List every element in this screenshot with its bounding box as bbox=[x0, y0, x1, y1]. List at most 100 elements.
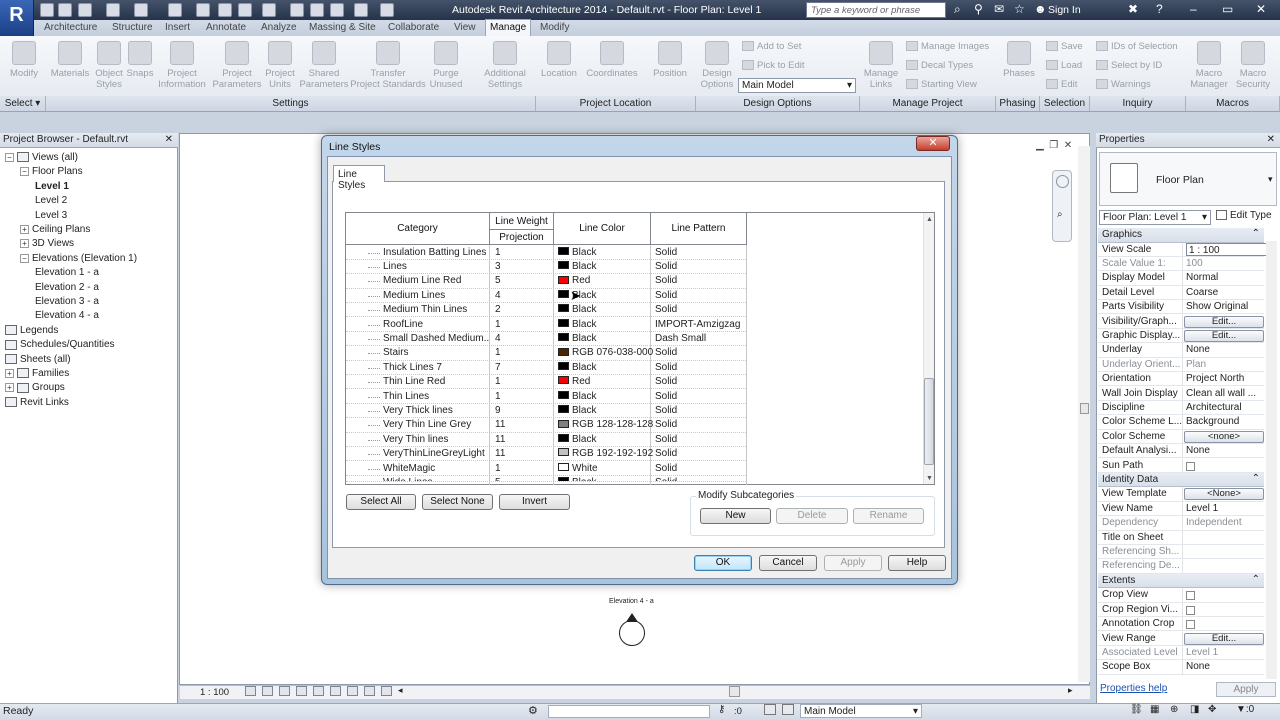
view-scale-readout[interactable]: 1 : 100 bbox=[200, 687, 229, 698]
browser-item-revit-links[interactable]: Revit Links bbox=[5, 396, 69, 410]
ids-of-selection-button[interactable]: IDs of Selection bbox=[1096, 41, 1178, 52]
property-edit-button[interactable]: <None> bbox=[1184, 488, 1264, 501]
snaps-button[interactable]: Snaps bbox=[124, 38, 156, 94]
expand-icon[interactable]: + bbox=[20, 239, 29, 249]
help-icon[interactable]: ? bbox=[1156, 2, 1163, 16]
edit-type-button[interactable]: Edit Type bbox=[1216, 210, 1272, 221]
cell-line-weight[interactable]: 1 bbox=[495, 375, 501, 388]
cell-line-pattern[interactable]: Solid bbox=[655, 274, 746, 287]
scroll-right-icon[interactable]: ▸ bbox=[1068, 685, 1073, 696]
cell-category[interactable]: WhiteMagic bbox=[383, 462, 489, 475]
cell-category[interactable]: Thin Line Red bbox=[383, 375, 489, 388]
coordinates-button[interactable]: Coordinates bbox=[584, 38, 640, 94]
cell-line-pattern[interactable]: Solid bbox=[655, 303, 746, 316]
cell-line-pattern[interactable]: Solid bbox=[655, 462, 746, 475]
cell-line-weight[interactable]: 1 bbox=[495, 318, 501, 331]
property-edit-button[interactable]: Edit... bbox=[1184, 329, 1264, 342]
redo-icon[interactable] bbox=[134, 3, 148, 17]
cell-category[interactable]: RoofLine bbox=[383, 318, 489, 331]
select-pinned-icon[interactable]: ⊕ bbox=[1170, 704, 1178, 715]
select-panel-label[interactable]: Select ▾ bbox=[0, 96, 46, 111]
section-graphics[interactable]: Graphics ⌃ bbox=[1098, 228, 1264, 243]
sun-path-icon[interactable] bbox=[279, 686, 290, 696]
cell-line-color[interactable]: Black bbox=[558, 433, 596, 446]
type-selector-chevron-icon[interactable]: ▾ bbox=[1268, 174, 1273, 185]
cell-category[interactable]: Lines bbox=[383, 260, 489, 273]
load-selection-button[interactable]: Load bbox=[1046, 60, 1082, 71]
cell-line-weight[interactable]: 4 bbox=[495, 332, 501, 345]
dialog-close-button[interactable]: ✕ bbox=[916, 136, 950, 151]
cell-category[interactable]: Thick Lines 7 bbox=[383, 361, 489, 374]
cell-line-color[interactable]: Black bbox=[558, 390, 596, 403]
decal-types-button[interactable]: Decal Types bbox=[906, 60, 973, 71]
scroll-up-icon[interactable]: ▲ bbox=[926, 216, 933, 223]
browser-item-elevation-3-a[interactable]: Elevation 3 - a bbox=[35, 295, 99, 309]
column-line-pattern[interactable]: Line Pattern bbox=[651, 223, 746, 234]
cell-line-weight[interactable]: 11 bbox=[495, 447, 505, 460]
browser-item-elevations-elevation-1[interactable]: − Elevations (Elevation 1) bbox=[20, 252, 137, 266]
browser-item-floor-plans[interactable]: − Floor Plans bbox=[20, 165, 83, 179]
cell-category[interactable]: VeryThinLineGreyLight bbox=[383, 447, 489, 460]
add-to-set-button[interactable]: Add to Set bbox=[742, 41, 801, 52]
expand-icon[interactable]: + bbox=[5, 383, 14, 393]
property-value-input[interactable]: 1 : 100 bbox=[1186, 242, 1268, 256]
crop-view-icon[interactable] bbox=[313, 686, 324, 696]
warnings-button[interactable]: Warnings bbox=[1096, 79, 1151, 90]
cell-line-weight[interactable]: 1 bbox=[495, 462, 501, 475]
property-value[interactable]: Level 1 bbox=[1186, 502, 1268, 515]
cell-line-color[interactable]: Black bbox=[558, 476, 596, 481]
property-edit-button[interactable]: Edit... bbox=[1184, 315, 1264, 328]
properties-apply-button[interactable]: Apply bbox=[1216, 682, 1276, 697]
cell-line-color[interactable]: Black bbox=[558, 318, 596, 331]
cell-category[interactable]: Medium Line Red bbox=[383, 274, 489, 287]
cell-line-weight[interactable]: 1 bbox=[495, 346, 501, 359]
zoom-icon[interactable]: ⌕ bbox=[1057, 209, 1063, 220]
new-subcategory-button[interactable]: New bbox=[700, 508, 771, 524]
browser-item-families[interactable]: + Families bbox=[5, 367, 69, 381]
cell-line-weight[interactable]: 3 bbox=[495, 260, 501, 273]
property-value[interactable]: Show Original bbox=[1186, 300, 1268, 313]
reveal-hidden-icon[interactable] bbox=[364, 686, 375, 696]
close-icon[interactable]: ✕ bbox=[1256, 2, 1266, 16]
cell-line-pattern[interactable]: Solid bbox=[655, 404, 746, 417]
cell-line-weight[interactable]: 9 bbox=[495, 404, 501, 417]
collapse-section-icon[interactable]: ⌃ bbox=[1252, 574, 1260, 586]
browser-item-views-all[interactable]: − Views (all) bbox=[5, 151, 78, 165]
ok-button[interactable]: OK bbox=[694, 555, 752, 571]
line-style-row[interactable]: Very Thin lines 11 Black Solid bbox=[346, 433, 746, 448]
tab-line-styles[interactable]: Line Styles bbox=[333, 165, 385, 191]
cell-line-weight[interactable]: 5 bbox=[495, 274, 501, 287]
project-units-button[interactable]: Project Units bbox=[262, 38, 298, 94]
binoculars-icon[interactable]: ⌕ bbox=[954, 2, 961, 17]
help-button[interactable]: Help bbox=[888, 555, 946, 571]
cell-category[interactable]: Very Thick lines bbox=[383, 404, 489, 417]
view-minimize-icon[interactable]: ▁ bbox=[1036, 140, 1044, 151]
cell-line-weight[interactable]: 5 bbox=[495, 476, 501, 481]
cell-line-color[interactable]: Black bbox=[558, 404, 596, 417]
tab-annotate[interactable]: Annotate bbox=[206, 21, 246, 36]
manage-images-button[interactable]: Manage Images bbox=[906, 41, 989, 52]
cell-line-color[interactable]: Black bbox=[558, 361, 596, 374]
visual-style-icon[interactable] bbox=[262, 686, 273, 696]
project-parameters-button[interactable]: Project Parameters bbox=[212, 38, 262, 94]
steering-wheel-icon[interactable] bbox=[1056, 175, 1069, 188]
cell-line-color[interactable]: Black bbox=[558, 332, 596, 345]
cell-category[interactable]: Insulation Batting Lines bbox=[383, 246, 489, 259]
select-by-face-icon[interactable]: ◨ bbox=[1190, 704, 1199, 715]
browser-item-legends[interactable]: Legends bbox=[5, 324, 58, 338]
property-value[interactable]: None bbox=[1186, 444, 1268, 457]
line-style-row[interactable]: Thin Line Red 1 Red Solid bbox=[346, 375, 746, 390]
cell-line-color[interactable]: RGB 192-192-192 bbox=[558, 447, 653, 460]
favorites-star-icon[interactable]: ☆ bbox=[1014, 2, 1025, 16]
cell-category[interactable]: Wide Lines bbox=[383, 476, 489, 481]
sign-in-button[interactable]: Sign In bbox=[1048, 4, 1081, 16]
cell-category[interactable]: Very Thin Line Grey bbox=[383, 418, 489, 431]
expand-icon[interactable]: + bbox=[20, 224, 29, 234]
cell-line-pattern[interactable]: Solid bbox=[655, 433, 746, 446]
property-checkbox[interactable] bbox=[1186, 605, 1195, 615]
property-value[interactable]: Background bbox=[1186, 415, 1268, 428]
sync-icon[interactable] bbox=[78, 3, 92, 17]
undo-icon[interactable] bbox=[106, 3, 120, 17]
column-line-color[interactable]: Line Color bbox=[554, 223, 650, 234]
browser-item-level-1[interactable]: Level 1 bbox=[35, 180, 69, 194]
